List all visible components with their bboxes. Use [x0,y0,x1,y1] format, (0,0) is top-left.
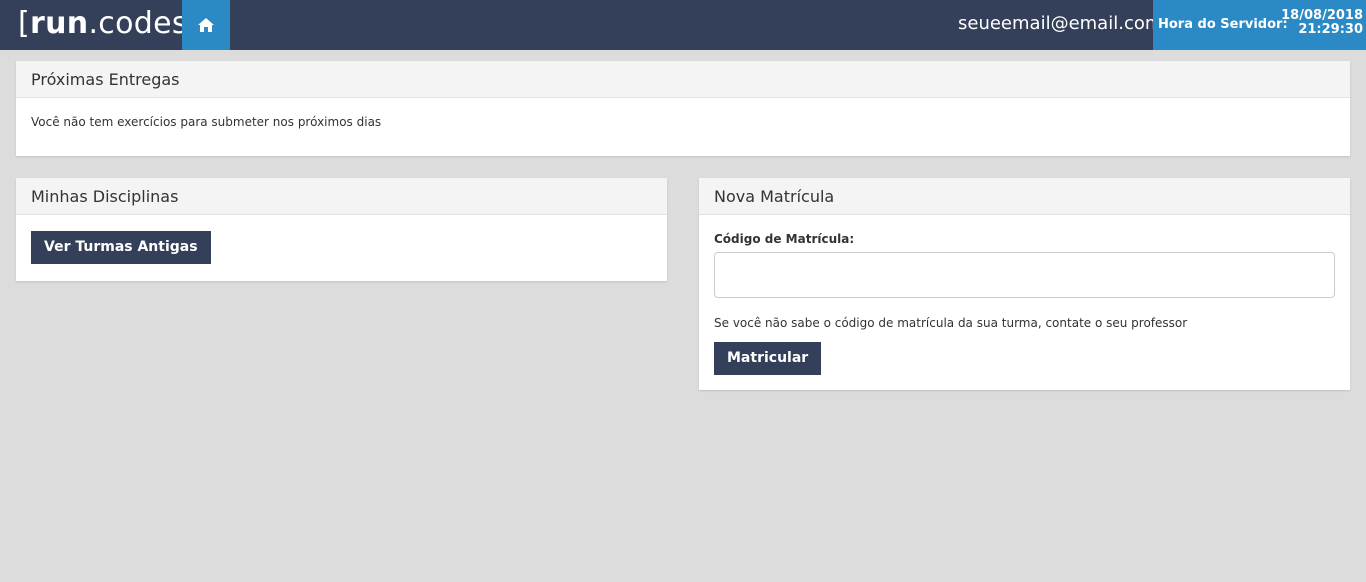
logo-bracket-open: [ [18,6,31,41]
enrollment-code-label: Código de Matrícula: [714,232,855,246]
user-email[interactable]: seueemail@email.com [958,0,1162,48]
server-time-label: Hora do Servidor: [1158,17,1288,32]
enroll-button[interactable]: Matricular [714,342,822,375]
disciplines-panel-title: Minhas Disciplinas [16,178,667,215]
server-time-box: Hora do Servidor: 18/08/2018 21:29:30 [1153,0,1366,50]
upcoming-empty-message: Você não tem exercícios para submeter no… [31,115,382,129]
enrollment-panel: Nova Matrícula Código de Matrícula: Se v… [699,178,1350,390]
home-icon [198,18,214,32]
upcoming-panel-title: Próximas Entregas [16,61,1350,98]
runcodes-logo[interactable]: [run.codes] [18,2,200,46]
top-navbar: [run.codes] seueemail@email.com Hora do … [0,0,1366,50]
logo-run: run [30,6,89,41]
upcoming-panel: Próximas Entregas Você não tem exercício… [16,61,1350,156]
server-datetime: 18/08/2018 21:29:30 [1281,9,1363,37]
disciplines-panel: Minhas Disciplinas Ver Turmas Antigas [16,178,667,281]
enrollment-panel-title: Nova Matrícula [699,178,1350,215]
server-date: 18/08/2018 [1281,8,1363,23]
logo-codes: .codes [88,6,188,41]
enrollment-hint: Se você não sabe o código de matrícula d… [714,316,1188,330]
home-button[interactable] [182,0,230,50]
server-time: 21:29:30 [1298,22,1363,37]
old-classes-button[interactable]: Ver Turmas Antigas [31,231,211,264]
enrollment-code-input[interactable] [714,252,1335,298]
